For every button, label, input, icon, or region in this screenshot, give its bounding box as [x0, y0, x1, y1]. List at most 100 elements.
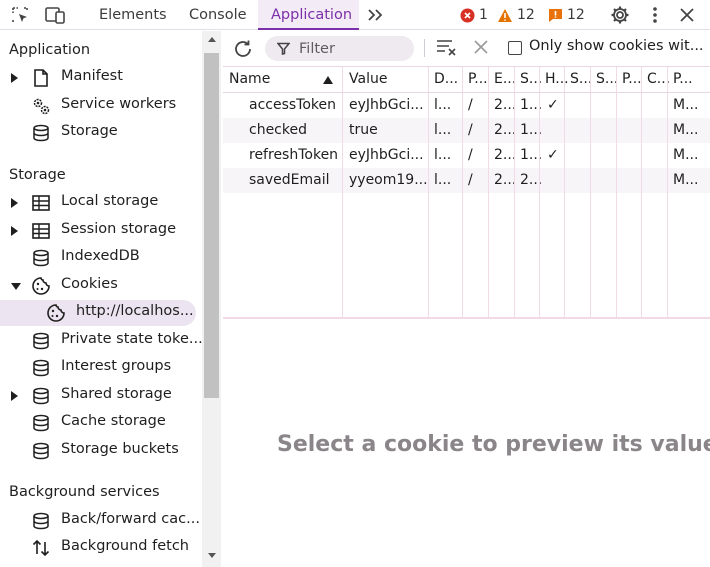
sidebar-item-indexeddb[interactable]: IndexedDB [0, 245, 201, 271]
cell-priority: M... [673, 147, 699, 163]
sidebar-item-storage-buckets[interactable]: Storage buckets [0, 438, 201, 464]
cell-httponly: ✓ [547, 97, 559, 113]
column-divider[interactable] [488, 67, 489, 318]
column-header-secure[interactable]: S... [570, 71, 592, 87]
sidebar-item-label: Session storage [61, 221, 177, 237]
table-row[interactable]: checked true l... / 2... 1... M... [223, 118, 710, 143]
device-toolbar-icon[interactable] [44, 4, 66, 26]
column-header-name[interactable]: Name [229, 71, 270, 87]
tab-console[interactable]: Console [189, 0, 247, 30]
cell-name: savedEmail [249, 172, 330, 188]
filter-input[interactable] [299, 38, 409, 59]
column-header-expires[interactable]: E... [494, 71, 516, 87]
scrollbar-thumb[interactable] [204, 53, 219, 398]
collapse-arrow-icon[interactable] [11, 283, 21, 290]
sidebar-item-local-storage[interactable]: Local storage [0, 190, 201, 216]
column-header-value[interactable]: Value [349, 71, 387, 87]
warnings-badge[interactable]: 12 [497, 7, 535, 23]
sidebar-item-cookies[interactable]: Cookies [0, 273, 201, 299]
sidebar-item-label: Cookies [61, 276, 118, 292]
sidebar-scrollbar[interactable] [202, 31, 221, 567]
sort-ascending-icon[interactable] [323, 76, 333, 84]
column-divider[interactable] [462, 67, 463, 318]
only-show-issues-checkbox[interactable] [508, 41, 522, 55]
tab-application[interactable]: Application [271, 0, 352, 30]
column-header-httponly[interactable]: H... [545, 71, 569, 87]
column-divider[interactable] [342, 67, 343, 318]
settings-gear-icon[interactable] [609, 4, 631, 26]
expand-arrow-icon[interactable] [11, 391, 18, 401]
more-options-icon[interactable] [644, 4, 666, 26]
column-divider[interactable] [616, 67, 617, 318]
cell-priority: M... [673, 97, 699, 113]
database-icon [31, 511, 51, 531]
column-divider[interactable] [641, 67, 642, 318]
column-divider[interactable] [667, 67, 668, 318]
sidebar-item-interest-groups[interactable]: Interest groups [0, 355, 201, 381]
cookie-preview-pane: Select a cookie to preview its value [223, 320, 710, 567]
column-header-partition-key[interactable]: P... [622, 71, 642, 87]
column-divider[interactable] [428, 67, 429, 318]
cell-domain: l... [434, 147, 452, 163]
expand-arrow-icon[interactable] [11, 226, 18, 236]
sidebar-item-label: Back/forward cac... [61, 511, 200, 527]
cell-value: eyJhbGci... [349, 97, 424, 113]
cell-domain: l... [434, 122, 452, 138]
close-devtools-icon[interactable] [676, 4, 698, 26]
toolbar-divider [424, 39, 425, 57]
clear-all-cookies-icon[interactable] [436, 38, 458, 58]
sidebar-item-service-workers[interactable]: Service workers [0, 93, 201, 119]
column-divider[interactable] [590, 67, 591, 318]
inspect-element-icon[interactable] [9, 4, 31, 26]
cell-path: / [468, 172, 473, 188]
cell-priority: M... [673, 172, 699, 188]
sidebar-item-cookies-localhost[interactable]: http://localhos... [0, 300, 201, 326]
column-header-samesite[interactable]: S... [596, 71, 618, 87]
table-row[interactable]: savedEmail yyeom19... l... / 2... 2... M… [223, 168, 710, 193]
tab-elements[interactable]: Elements [99, 0, 167, 30]
column-divider[interactable] [514, 67, 515, 318]
sidebar-item-storage-overview[interactable]: Storage [0, 120, 201, 146]
scroll-down-arrow-icon[interactable] [208, 553, 216, 558]
database-icon [31, 358, 51, 378]
column-header-path[interactable]: P... [468, 71, 488, 87]
sidebar-item-manifest[interactable]: Manifest [0, 65, 201, 91]
column-divider[interactable] [539, 67, 540, 318]
gears-icon [31, 96, 51, 116]
scroll-up-arrow-icon[interactable] [208, 37, 216, 42]
sidebar-item-cache-storage[interactable]: Cache storage [0, 410, 201, 436]
sidebar-item-label: Local storage [61, 193, 159, 209]
filter-input-container[interactable] [265, 36, 414, 61]
sidebar-item-private-state-tokens[interactable]: Private state toke... [0, 328, 203, 354]
column-header-priority[interactable]: P... [673, 71, 693, 87]
delete-selected-icon[interactable] [473, 39, 491, 57]
sidebar-item-session-storage[interactable]: Session storage [0, 218, 201, 244]
devtools-tabbar: Elements Console Application 1 12 12 [0, 0, 710, 30]
sidebar-item-label: Storage [61, 123, 118, 139]
expand-arrow-icon[interactable] [11, 73, 18, 83]
cell-domain: l... [434, 97, 452, 113]
column-header-domain[interactable]: D... [434, 71, 458, 87]
sidebar-item-shared-storage[interactable]: Shared storage [0, 383, 201, 409]
table-icon [31, 221, 51, 241]
sidebar-item-background-fetch[interactable]: Background fetch [0, 535, 201, 561]
sidebar-item-back-forward-cache[interactable]: Back/forward cac... [0, 508, 201, 534]
issues-badge[interactable]: 12 [548, 7, 585, 23]
sidebar-item-label: Service workers [61, 96, 177, 112]
database-icon [31, 386, 51, 406]
column-divider[interactable] [564, 67, 565, 318]
more-tabs-icon[interactable] [365, 4, 387, 26]
database-icon [31, 413, 51, 433]
cell-expires: 2... [494, 172, 517, 188]
expand-arrow-icon[interactable] [11, 198, 18, 208]
table-row[interactable]: refreshToken eyJhbGci... l... / 2... 1..… [223, 143, 710, 168]
cell-expires: 2... [494, 122, 517, 138]
cell-path: / [468, 122, 473, 138]
table-row[interactable]: accessToken eyJhbGci... l... / 2... 1...… [223, 93, 710, 118]
refresh-icon[interactable] [232, 38, 254, 60]
sidebar-item-label: Interest groups [61, 358, 172, 374]
errors-badge[interactable]: 1 [460, 7, 488, 23]
warnings-count: 12 [517, 7, 535, 23]
filter-funnel-icon [276, 42, 291, 59]
cell-domain: l... [434, 172, 452, 188]
